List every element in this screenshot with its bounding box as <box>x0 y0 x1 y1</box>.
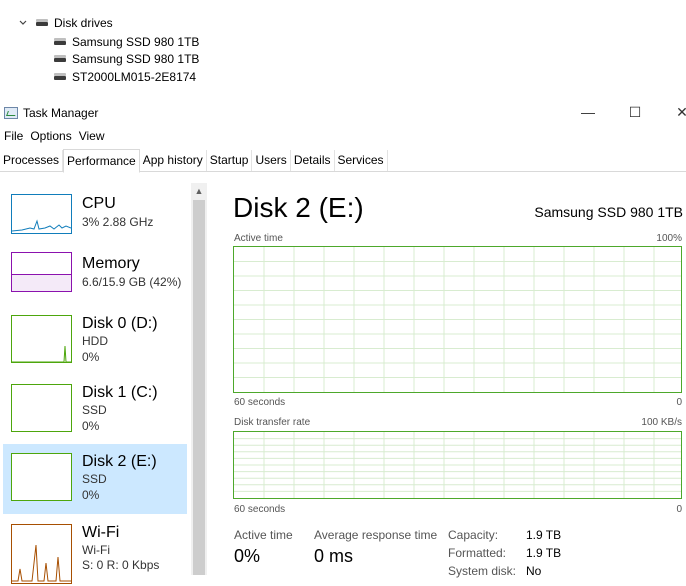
disk-drive-icon <box>36 19 48 26</box>
scroll-up-arrow-icon[interactable]: ▲ <box>191 183 207 199</box>
disk1-mini-graph <box>11 384 72 432</box>
tree-item-label: Samsung SSD 980 1TB <box>72 34 200 49</box>
disk-model: Samsung SSD 980 1TB <box>534 204 683 220</box>
tab-users[interactable]: Users <box>252 150 291 171</box>
menu-options[interactable]: Options <box>30 129 71 143</box>
sidebar-item-usage: 0% <box>82 488 100 502</box>
sidebar-item-disk-1[interactable]: Disk 1 (C:) SSD 0% <box>3 378 187 444</box>
maximize-button[interactable]: ☐ <box>625 104 645 120</box>
sidebar-item-wifi[interactable]: Wi-Fi Wi-Fi S: 0 R: 0 Kbps <box>3 518 187 584</box>
sidebar-item-usage: 0% <box>82 350 100 364</box>
sidebar-item-disk-2[interactable]: Disk 2 (E:) SSD 0% <box>3 444 187 514</box>
tree-item-label: ST2000LM015-2E8174 <box>72 69 197 84</box>
sidebar-item-subtitle: 3% 2.88 GHz <box>82 215 154 229</box>
sidebar-item-usage: 0% <box>82 419 100 433</box>
stat-active-time-label: Active time <box>234 528 293 542</box>
active-time-graph-min: 0 <box>676 397 682 408</box>
disk-drive-icon <box>54 55 66 62</box>
sidebar-item-title: Disk 0 (D:) <box>82 315 158 332</box>
task-manager-icon <box>4 107 18 119</box>
property-system-disk-value: No <box>526 564 542 578</box>
stat-response-time-value: 0 ms <box>314 546 354 566</box>
disk-drive-icon <box>54 73 66 80</box>
tree-category-label: Disk drives <box>54 15 113 30</box>
disk-title: Disk 2 (E:) <box>233 192 364 223</box>
cpu-mini-graph <box>11 194 72 234</box>
active-time-graph <box>233 246 682 393</box>
menu-bar: File Options View <box>4 129 105 143</box>
tab-app-history[interactable]: App history <box>140 150 207 171</box>
sidebar-item-throughput: S: 0 R: 0 Kbps <box>82 558 160 572</box>
stat-response-time-label: Average response time <box>314 528 438 542</box>
tab-services[interactable]: Services <box>335 150 388 171</box>
tree-item-drive[interactable]: ST2000LM015-2E8174 <box>54 68 196 85</box>
title-bar[interactable]: Task Manager <box>4 106 98 120</box>
tree-item-drive[interactable]: Samsung SSD 980 1TB <box>54 33 199 50</box>
property-system-disk-label: System disk: <box>448 564 517 578</box>
sidebar-item-type: SSD <box>82 472 107 486</box>
sidebar-scroll-thumb[interactable] <box>193 200 205 575</box>
chevron-down-icon[interactable] <box>18 18 28 28</box>
disk0-mini-graph <box>11 315 72 363</box>
tree-item-label: Samsung SSD 980 1TB <box>72 51 200 66</box>
sidebar-item-type: SSD <box>82 403 107 417</box>
transfer-rate-graph <box>233 431 682 499</box>
wifi-mini-graph <box>11 524 72 584</box>
tree-category-disk-drives[interactable]: Disk drives <box>18 14 113 31</box>
tab-details[interactable]: Details <box>291 150 335 171</box>
tree-item-drive[interactable]: Samsung SSD 980 1TB <box>54 50 199 67</box>
property-formatted-value: 1.9 TB <box>526 546 562 560</box>
disk2-mini-graph <box>11 453 72 501</box>
tab-performance[interactable]: Performance <box>63 149 140 173</box>
tab-startup[interactable]: Startup <box>207 150 253 171</box>
window-title: Task Manager <box>23 106 99 120</box>
sidebar-item-subtitle: 6.6/15.9 GB (42%) <box>82 275 182 289</box>
sidebar-item-title: CPU <box>82 195 116 212</box>
active-time-graph-label: Active time <box>234 233 283 244</box>
disk-drive-icon <box>54 38 66 45</box>
property-capacity-label: Capacity: <box>448 528 499 542</box>
sidebar-item-title: Disk 2 (E:) <box>82 453 157 470</box>
sidebar-item-disk-0[interactable]: Disk 0 (D:) HDD 0% <box>3 309 187 375</box>
transfer-rate-graph-min: 0 <box>676 504 682 515</box>
menu-file[interactable]: File <box>4 129 23 143</box>
sidebar-item-title: Disk 1 (C:) <box>82 384 158 401</box>
minimize-button[interactable]: — <box>578 104 598 120</box>
active-time-graph-duration: 60 seconds <box>234 397 286 408</box>
transfer-rate-graph-max: 100 KB/s <box>641 417 682 428</box>
sidebar-item-title: Memory <box>82 255 140 272</box>
active-time-graph-max: 100% <box>656 233 682 244</box>
property-capacity-value: 1.9 TB <box>526 528 562 542</box>
sidebar-item-memory[interactable]: Memory 6.6/15.9 GB (42%) <box>3 249 187 315</box>
transfer-rate-graph-duration: 60 seconds <box>234 504 286 515</box>
transfer-rate-graph-label: Disk transfer rate <box>234 417 311 428</box>
transfer-rate-grid <box>234 432 681 498</box>
menu-view[interactable]: View <box>79 129 105 143</box>
memory-mini-graph <box>11 252 72 292</box>
tab-bar: Processes Performance App history Startu… <box>0 149 686 173</box>
tab-processes[interactable]: Processes <box>0 150 64 171</box>
stat-active-time-value: 0% <box>234 546 261 566</box>
active-time-grid <box>234 247 681 392</box>
property-formatted-label: Formatted: <box>448 546 507 560</box>
sidebar-item-cpu[interactable]: CPU 3% 2.88 GHz <box>3 189 187 255</box>
close-button[interactable]: ✕ <box>672 104 686 120</box>
sidebar-item-type: Wi-Fi <box>82 543 110 557</box>
sidebar-item-title: Wi-Fi <box>82 524 120 541</box>
sidebar-item-type: HDD <box>82 334 108 348</box>
